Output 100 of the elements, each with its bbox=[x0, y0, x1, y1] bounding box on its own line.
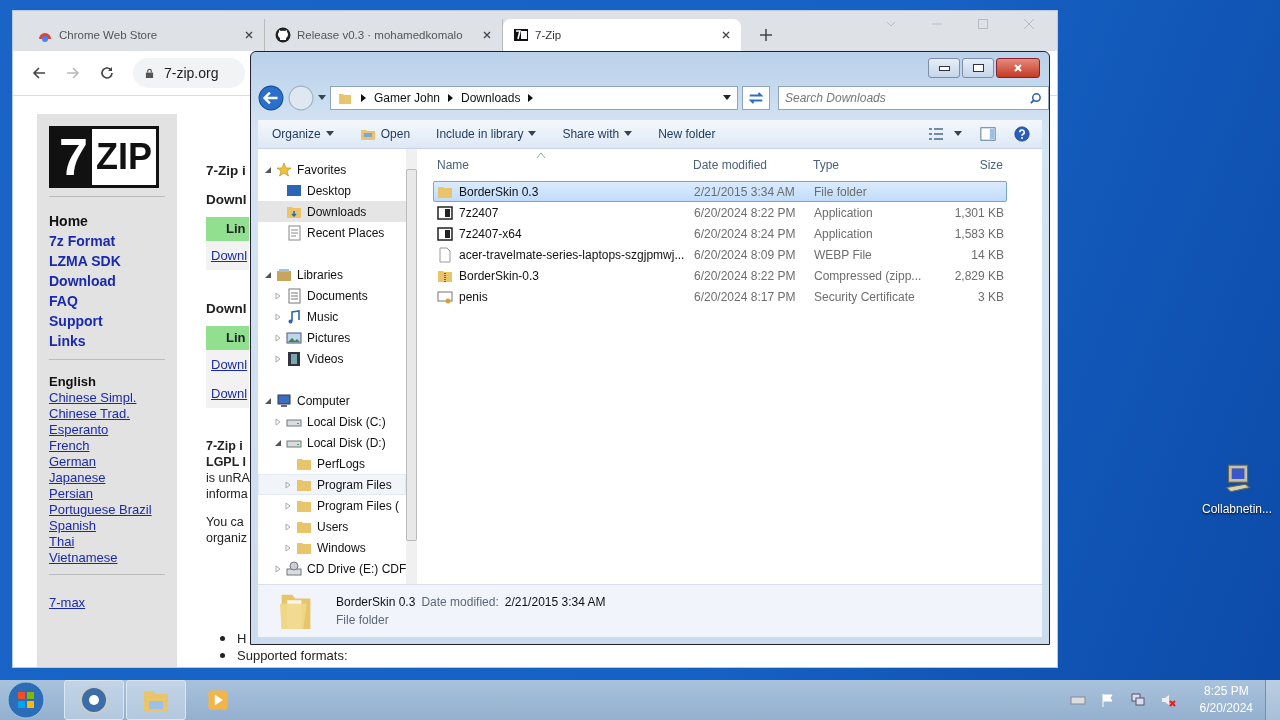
view-list-icon[interactable] bbox=[928, 126, 944, 142]
language-link[interactable]: French bbox=[49, 438, 90, 454]
collapsed-arrow-icon[interactable] bbox=[284, 543, 292, 552]
toolbar-button[interactable]: Include in library bbox=[430, 124, 543, 144]
forward-icon[interactable] bbox=[65, 65, 81, 81]
site-logo[interactable]: 7 ZIP bbox=[49, 126, 159, 188]
caret-icon[interactable] bbox=[954, 131, 962, 137]
expanded-arrow-icon[interactable] bbox=[264, 396, 272, 405]
column-header[interactable]: Type bbox=[813, 155, 931, 175]
minimize-button[interactable] bbox=[928, 58, 960, 78]
browser-tab[interactable]: 7-Zip bbox=[503, 19, 741, 51]
collapsed-arrow-icon[interactable] bbox=[274, 564, 282, 573]
tree-item[interactable]: CD Drive (E:) CDF bbox=[258, 558, 407, 579]
tree-item[interactable]: Recent Places bbox=[258, 222, 407, 243]
tree-item[interactable]: Computer bbox=[258, 390, 407, 411]
maximize-button[interactable] bbox=[962, 58, 994, 78]
nav-link[interactable]: Download bbox=[49, 271, 116, 291]
tree-item[interactable]: Documents bbox=[258, 285, 407, 306]
desktop-shortcut[interactable]: Collabnetin... bbox=[1200, 462, 1274, 516]
toolbar-button[interactable]: Open bbox=[353, 123, 417, 145]
tree-item[interactable]: PerfLogs bbox=[258, 453, 407, 474]
nav-link[interactable]: Support bbox=[49, 311, 103, 331]
tree-item[interactable]: Local Disk (C:) bbox=[258, 411, 407, 432]
help-icon[interactable] bbox=[1014, 126, 1030, 142]
breadcrumb-item[interactable]: Downloads bbox=[461, 91, 521, 105]
collapsed-arrow-icon[interactable] bbox=[274, 333, 282, 342]
refresh-icon[interactable] bbox=[742, 86, 770, 110]
nav-link[interactable]: Links bbox=[49, 331, 86, 351]
tree-item[interactable]: Windows bbox=[258, 537, 407, 558]
caret-icon[interactable] bbox=[723, 95, 731, 101]
file-row[interactable]: BorderSkin 0.3 2/21/2015 3:34 AM File folder bbox=[433, 181, 1007, 202]
search-field[interactable]: Search Downloads bbox=[778, 86, 1049, 110]
tree-item[interactable]: Users bbox=[258, 516, 407, 537]
taskbar-app[interactable] bbox=[64, 680, 124, 720]
file-row[interactable]: 7z2407 6/20/2024 8:22 PM Application 1,301 KB bbox=[433, 202, 1007, 223]
toolbar-button[interactable]: Share with bbox=[556, 124, 639, 144]
nav-link[interactable]: FAQ bbox=[49, 291, 78, 311]
close-icon[interactable] bbox=[244, 30, 254, 40]
back-icon[interactable] bbox=[31, 65, 47, 81]
link[interactable]: Downl bbox=[206, 379, 249, 408]
nav-link[interactable]: LZMA SDK bbox=[49, 251, 121, 271]
nav-link[interactable]: 7z Format bbox=[49, 231, 116, 251]
nav-link[interactable]: Home bbox=[49, 211, 88, 231]
tree-item[interactable]: Desktop bbox=[258, 180, 407, 201]
close-icon[interactable] bbox=[482, 30, 492, 40]
collapsed-arrow-icon[interactable] bbox=[284, 522, 292, 531]
toolbar-button[interactable]: New folder bbox=[652, 124, 722, 144]
show-desktop-button[interactable] bbox=[1265, 680, 1280, 720]
language-link[interactable]: Portuguese Brazil bbox=[49, 502, 152, 518]
network-icon[interactable] bbox=[1129, 692, 1146, 708]
flag-icon[interactable] bbox=[1099, 692, 1116, 708]
expanded-arrow-icon[interactable] bbox=[274, 438, 282, 447]
browser-tab[interactable]: Chrome Web Store bbox=[27, 19, 265, 51]
link[interactable]: Downl bbox=[206, 350, 249, 379]
file-row[interactable]: 7z2407-x64 6/20/2024 8:24 PM Application 1,583 KB bbox=[433, 223, 1007, 244]
close-button[interactable] bbox=[996, 58, 1040, 78]
file-row[interactable]: penis 6/20/2024 8:17 PM Security Certificate 3 KB bbox=[433, 286, 1007, 307]
scrollbar[interactable] bbox=[406, 149, 418, 584]
volume-icon[interactable] bbox=[1159, 692, 1176, 708]
collapsed-arrow-icon[interactable] bbox=[274, 417, 282, 426]
tree-item[interactable]: Local Disk (D:) bbox=[258, 432, 407, 453]
toolbar-button[interactable]: Organize bbox=[266, 124, 340, 144]
tree-item[interactable]: Videos bbox=[258, 348, 407, 369]
file-row[interactable]: acer-travelmate-series-laptops-szgjpmwj... 6/20/2024 8:09 PM WEBP File 14 KB bbox=[433, 244, 1007, 265]
language-link[interactable]: German bbox=[49, 454, 96, 470]
language-link[interactable]: Chinese Simpl. bbox=[49, 390, 137, 406]
language-link[interactable]: Esperanto bbox=[49, 422, 109, 438]
language-link[interactable]: English bbox=[49, 374, 96, 390]
chevron-icon[interactable] bbox=[448, 94, 454, 102]
start-button[interactable] bbox=[6, 680, 46, 720]
tree-item[interactable]: Favorites bbox=[258, 159, 407, 180]
caret-icon[interactable] bbox=[318, 95, 326, 101]
language-link[interactable]: Persian bbox=[49, 486, 94, 502]
tree-item[interactable]: Program Files bbox=[258, 474, 407, 495]
link[interactable]: Downl bbox=[206, 241, 249, 270]
file-row[interactable]: BorderSkin-0.3 6/20/2024 8:22 PM Compressed (zipp... 2,829 KB bbox=[433, 265, 1007, 286]
collapsed-arrow-icon[interactable] bbox=[284, 501, 292, 510]
language-link[interactable]: Chinese Trad. bbox=[49, 406, 130, 422]
preview-pane-icon[interactable] bbox=[980, 126, 996, 142]
expanded-arrow-icon[interactable] bbox=[264, 270, 272, 279]
collapsed-arrow-icon[interactable] bbox=[274, 312, 282, 321]
tree-item[interactable]: Music bbox=[258, 306, 407, 327]
extra-link[interactable]: 7-max bbox=[49, 595, 86, 611]
address-field[interactable]: Gamer John Downloads bbox=[330, 86, 738, 110]
column-header[interactable]: Date modified bbox=[693, 155, 813, 175]
new-tab-icon[interactable] bbox=[759, 28, 773, 42]
language-link[interactable]: Spanish bbox=[49, 518, 96, 534]
expanded-arrow-icon[interactable] bbox=[264, 165, 272, 174]
language-link[interactable]: Japanese bbox=[49, 470, 106, 486]
chevron-icon[interactable] bbox=[361, 94, 366, 102]
address-bar[interactable]: 7-zip.org bbox=[133, 58, 245, 88]
tree-item[interactable]: Libraries bbox=[258, 264, 407, 285]
collapsed-arrow-icon[interactable] bbox=[274, 291, 282, 300]
language-link[interactable]: Vietnamese bbox=[49, 550, 118, 566]
close-icon[interactable] bbox=[721, 30, 731, 40]
language-link[interactable]: Thai bbox=[49, 534, 75, 550]
tree-item[interactable]: Downloads bbox=[258, 201, 407, 222]
collapsed-arrow-icon[interactable] bbox=[274, 354, 282, 363]
chevron-icon[interactable] bbox=[528, 94, 534, 102]
reload-icon[interactable] bbox=[99, 65, 115, 81]
